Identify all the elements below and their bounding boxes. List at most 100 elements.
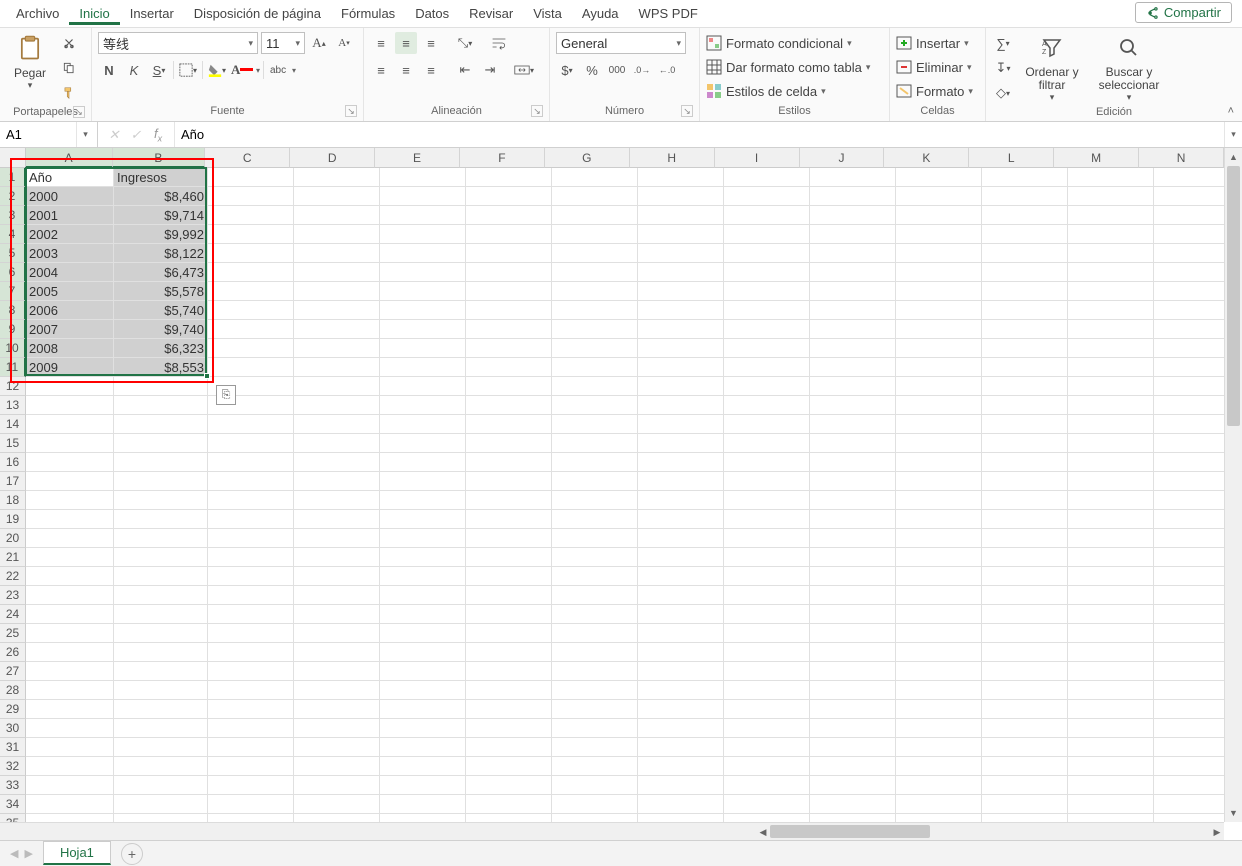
cell[interactable]: [724, 681, 810, 700]
name-box[interactable]: ▾: [0, 122, 98, 147]
cell[interactable]: [552, 814, 638, 822]
cell[interactable]: [466, 472, 552, 491]
italic-button[interactable]: K: [123, 59, 145, 81]
cell[interactable]: [724, 434, 810, 453]
cell[interactable]: [724, 415, 810, 434]
cell[interactable]: [208, 567, 294, 586]
cell[interactable]: [982, 263, 1068, 282]
cell[interactable]: [638, 320, 724, 339]
formula-input[interactable]: [175, 122, 1224, 147]
cell[interactable]: [380, 263, 466, 282]
cell[interactable]: [982, 510, 1068, 529]
cell[interactable]: [1068, 472, 1154, 491]
cell[interactable]: [1068, 795, 1154, 814]
wrap-text-button[interactable]: [488, 32, 510, 54]
cell[interactable]: [114, 795, 208, 814]
cell[interactable]: [552, 529, 638, 548]
cell[interactable]: [26, 377, 114, 396]
row-header[interactable]: 6: [0, 263, 26, 282]
cell[interactable]: [26, 491, 114, 510]
cell[interactable]: [466, 700, 552, 719]
fill-color-button[interactable]: ▾: [206, 59, 228, 81]
cell[interactable]: [982, 453, 1068, 472]
cell[interactable]: [1154, 567, 1224, 586]
cell[interactable]: [1068, 434, 1154, 453]
cell[interactable]: [896, 681, 982, 700]
row-header[interactable]: 8: [0, 301, 26, 320]
cell[interactable]: [294, 282, 380, 301]
cell[interactable]: [982, 529, 1068, 548]
cell[interactable]: [1068, 662, 1154, 681]
cell[interactable]: [294, 415, 380, 434]
cell[interactable]: [1068, 244, 1154, 263]
cell[interactable]: [1154, 681, 1224, 700]
format-painter-button[interactable]: [58, 82, 80, 104]
cell[interactable]: [114, 472, 208, 491]
menu-item-ayuda[interactable]: Ayuda: [572, 2, 629, 25]
cell[interactable]: [1154, 624, 1224, 643]
menu-item-revisar[interactable]: Revisar: [459, 2, 523, 25]
cell[interactable]: [810, 510, 896, 529]
cell[interactable]: [208, 529, 294, 548]
increase-decimal-button[interactable]: .0→: [631, 59, 653, 81]
cell[interactable]: [26, 529, 114, 548]
cell[interactable]: [552, 415, 638, 434]
cell[interactable]: [380, 377, 466, 396]
cell[interactable]: [810, 738, 896, 757]
select-all-corner[interactable]: [0, 148, 26, 168]
cell[interactable]: [552, 548, 638, 567]
cell[interactable]: [466, 662, 552, 681]
cell[interactable]: [380, 434, 466, 453]
cell[interactable]: [638, 719, 724, 738]
row-header[interactable]: 5: [0, 244, 26, 263]
cell[interactable]: [638, 738, 724, 757]
sheet-nav-next[interactable]: ▶: [24, 847, 32, 860]
cell[interactable]: [982, 567, 1068, 586]
cell[interactable]: 2000: [26, 187, 114, 206]
cell[interactable]: [26, 776, 114, 795]
cell[interactable]: [896, 282, 982, 301]
row-header[interactable]: 29: [0, 700, 26, 719]
cell[interactable]: [380, 700, 466, 719]
col-header[interactable]: J: [800, 148, 885, 168]
cell[interactable]: [638, 795, 724, 814]
cell[interactable]: [114, 814, 208, 822]
cell[interactable]: [466, 187, 552, 206]
cell[interactable]: [208, 244, 294, 263]
comma-format-button[interactable]: 000: [606, 59, 628, 81]
cell[interactable]: [552, 168, 638, 187]
cell[interactable]: [26, 415, 114, 434]
cell[interactable]: [208, 738, 294, 757]
cell[interactable]: [294, 757, 380, 776]
cell[interactable]: [466, 225, 552, 244]
cell[interactable]: [208, 415, 294, 434]
cell[interactable]: Ingresos: [114, 168, 208, 187]
cell[interactable]: [896, 662, 982, 681]
cell[interactable]: [896, 586, 982, 605]
cell[interactable]: [552, 187, 638, 206]
chevron-down-icon[interactable]: ▾: [76, 122, 94, 147]
row-header[interactable]: 19: [0, 510, 26, 529]
cell[interactable]: [294, 320, 380, 339]
cell[interactable]: [380, 320, 466, 339]
cell[interactable]: [810, 776, 896, 795]
row-header[interactable]: 35: [0, 814, 26, 822]
cell[interactable]: [1154, 643, 1224, 662]
col-header[interactable]: L: [969, 148, 1054, 168]
cell[interactable]: $9,714: [114, 206, 208, 225]
cell[interactable]: [294, 586, 380, 605]
cell[interactable]: [896, 700, 982, 719]
cell[interactable]: [810, 244, 896, 263]
cell[interactable]: [552, 776, 638, 795]
cell[interactable]: [380, 795, 466, 814]
cell[interactable]: [552, 472, 638, 491]
dialog-launcher-icon[interactable]: ↘: [531, 105, 543, 117]
cell[interactable]: [896, 548, 982, 567]
cell[interactable]: [466, 738, 552, 757]
percent-format-button[interactable]: %: [581, 59, 603, 81]
cell[interactable]: [724, 510, 810, 529]
cell[interactable]: [380, 776, 466, 795]
cell[interactable]: [1154, 662, 1224, 681]
collapse-ribbon-button[interactable]: ˄: [1228, 105, 1234, 117]
cell[interactable]: [1068, 187, 1154, 206]
